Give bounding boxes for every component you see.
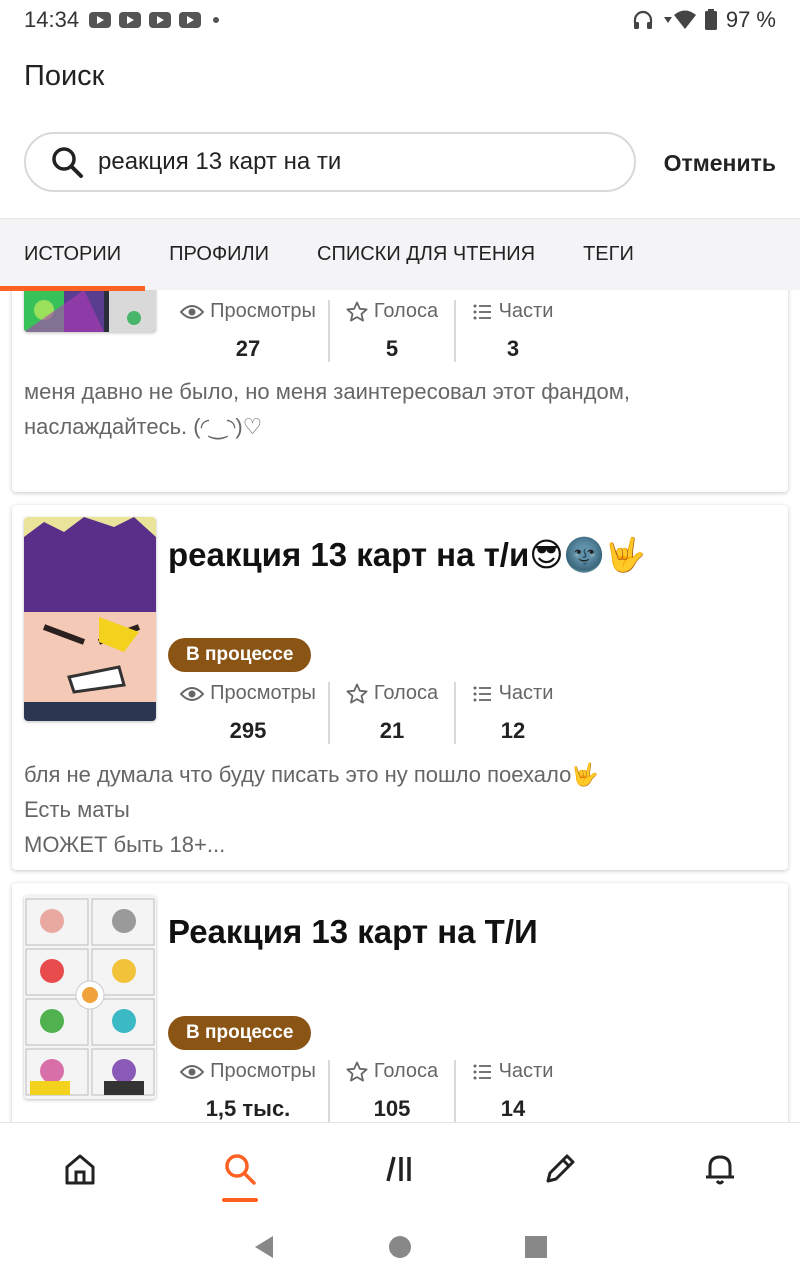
tab-tags[interactable]: ТЕГИ: [559, 219, 658, 291]
description-line: наслаждайтесь. (◜‿◝)♡: [24, 414, 263, 439]
votes-count: 105: [373, 1096, 411, 1121]
story-title[interactable]: реакция 13 карт на т/и😎🌚🤟: [168, 535, 646, 575]
views-count: 1,5 тыс.: [205, 1096, 291, 1121]
bell-icon: [706, 1155, 734, 1184]
views-label: Просмотры: [210, 682, 316, 704]
parts-label: Части: [498, 682, 554, 704]
status-bar: 14:34 97 %: [0, 0, 800, 40]
list-icon: [473, 1064, 491, 1079]
story-card[interactable]: Реакция 13 карт на Т/И В процессе Просмо…: [12, 883, 788, 1143]
star-icon: [346, 1061, 368, 1081]
library-icon: [386, 1156, 411, 1181]
star-icon: [346, 683, 368, 703]
votes-label: Голоса: [373, 300, 439, 322]
parts-label: Части: [498, 300, 554, 322]
views-label: Просмотры: [210, 1060, 316, 1082]
nav-library[interactable]: [320, 1123, 480, 1214]
more-notifications-icon: [213, 17, 220, 23]
search-bar[interactable]: [24, 132, 636, 192]
story-cover-image[interactable]: [24, 895, 156, 1099]
votes-count: 21: [379, 718, 405, 743]
nav-home[interactable]: [0, 1123, 160, 1214]
pencil-icon: [546, 1154, 575, 1182]
youtube-icon: [119, 12, 142, 28]
list-icon: [473, 686, 491, 701]
story-card[interactable]: реакция 13 карт на т/и😎🌚🤟 В процессе Про…: [12, 505, 788, 870]
description-line: МОЖЕТ быть 18+...: [24, 832, 226, 857]
nav-write[interactable]: [480, 1123, 640, 1214]
list-icon: [473, 304, 491, 319]
description-line: меня давно не было, но меня заинтересова…: [24, 379, 630, 404]
battery-icon: [704, 9, 717, 30]
search-icon: [52, 147, 83, 178]
views-label: Просмотры: [210, 300, 316, 322]
views-count: 295: [229, 718, 267, 743]
recents-icon[interactable]: [523, 1234, 549, 1260]
youtube-icon: [149, 12, 172, 28]
story-stats: Просмотры 1,5 тыс. Голоса 105 Части 14: [168, 1060, 570, 1122]
status-badge: В процессе: [168, 638, 312, 672]
parts-count: 14: [500, 1096, 526, 1121]
eye-icon: [180, 304, 205, 319]
back-icon[interactable]: [251, 1234, 277, 1260]
star-icon: [346, 301, 368, 321]
votes-count: 5: [385, 336, 399, 361]
page-title: Поиск: [24, 60, 105, 92]
nav-search[interactable]: [160, 1123, 320, 1214]
home-circle-icon[interactable]: [387, 1234, 413, 1260]
story-description: меня давно не было, но меня заинтересова…: [24, 374, 774, 444]
parts-count: 12: [500, 718, 526, 743]
wifi-icon: [663, 10, 696, 29]
votes-label: Голоса: [373, 1060, 439, 1082]
description-line: Есть маты: [24, 797, 130, 822]
status-badge: В процессе: [168, 1016, 312, 1050]
story-stats: Просмотры 27 Голоса 5 Части 3: [168, 300, 570, 362]
home-icon: [65, 1154, 95, 1184]
battery-percent: 97 %: [725, 7, 776, 32]
parts-count: 3: [506, 336, 520, 361]
system-navigation: [0, 1214, 800, 1280]
tab-stories[interactable]: ИСТОРИИ: [0, 219, 146, 291]
search-icon: [225, 1153, 256, 1185]
eye-icon: [180, 686, 205, 701]
eye-icon: [180, 1064, 205, 1079]
parts-label: Части: [498, 1060, 554, 1082]
search-input[interactable]: [98, 148, 578, 176]
status-time: 14:34: [24, 7, 80, 32]
story-description: бля не думала что буду писать это ну пош…: [24, 757, 774, 862]
tab-profiles[interactable]: ПРОФИЛИ: [145, 219, 293, 291]
description-line: бля не думала что буду писать это ну пош…: [24, 762, 599, 787]
views-count: 27: [235, 336, 261, 361]
gallery-icon: [179, 12, 202, 28]
tab-reading-lists[interactable]: СПИСКИ ДЛЯ ЧТЕНИЯ: [293, 219, 559, 291]
story-title[interactable]: Реакция 13 карт на Т/И: [168, 913, 538, 951]
cancel-button[interactable]: Отменить: [664, 150, 776, 177]
story-cover-image[interactable]: [24, 517, 156, 721]
youtube-icon: [89, 12, 112, 28]
votes-label: Голоса: [373, 682, 439, 704]
story-stats: Просмотры 295 Голоса 21 Части 12: [168, 682, 570, 744]
search-tabs: ИСТОРИИ ПРОФИЛИ СПИСКИ ДЛЯ ЧТЕНИЯ ТЕГИ: [0, 218, 800, 291]
nav-notifications[interactable]: [640, 1123, 800, 1214]
bottom-navigation: [0, 1122, 800, 1214]
headphones-icon: [633, 10, 652, 29]
